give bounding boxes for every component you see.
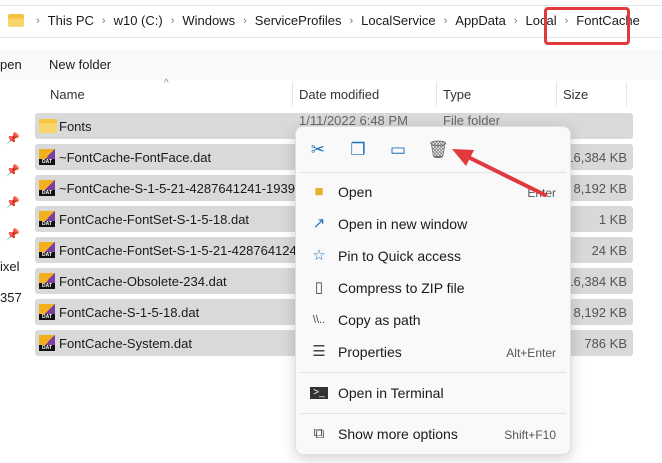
rename-icon[interactable]: ▭: [387, 139, 409, 161]
folder-icon: [39, 119, 57, 133]
dat-file-icon: [39, 211, 55, 227]
breadcrumb-drive[interactable]: w10 (C:): [112, 13, 165, 28]
sort-ascending-icon: ^: [164, 78, 169, 89]
dat-file-icon: [39, 180, 55, 196]
chevron-right-icon: ›: [349, 14, 354, 27]
folder-icon: ■: [314, 183, 324, 200]
star-icon: ☆: [312, 247, 326, 264]
pin-icon: 📌: [6, 229, 20, 241]
column-date[interactable]: Date modified: [299, 87, 379, 102]
dat-file-icon: [39, 273, 55, 289]
menu-open-terminal[interactable]: >_ Open in Terminal: [296, 378, 570, 408]
menu-compress-zip[interactable]: ▯ Compress to ZIP file: [296, 273, 570, 303]
terminal-icon: >_: [310, 387, 328, 399]
column-header: Name ^ Date modified Type Size: [35, 78, 635, 106]
copy-icon[interactable]: ❐: [347, 139, 369, 161]
chevron-right-icon: ›: [513, 14, 518, 27]
breadcrumb-appdata[interactable]: AppData: [453, 13, 508, 28]
dat-file-icon: [39, 304, 55, 320]
breadcrumb-windows[interactable]: Windows: [180, 13, 237, 28]
menu-show-more-options[interactable]: ⧉ Show more options Shift+F10: [296, 419, 570, 449]
chevron-right-icon: ›: [243, 14, 247, 27]
red-arrow-annotation: [452, 149, 547, 197]
dat-file-icon: [39, 242, 55, 258]
show-more-icon: ⧉: [313, 425, 325, 442]
chevron-right-icon: ›: [101, 14, 106, 27]
breadcrumb-this-pc[interactable]: This PC: [46, 13, 96, 28]
menu-properties[interactable]: ☰ Properties Alt+Enter: [296, 337, 570, 367]
open-new-window-icon: ↗: [312, 215, 326, 232]
menu-open-new-window[interactable]: ↗ Open in new window: [296, 209, 570, 239]
column-name[interactable]: Name: [50, 87, 85, 102]
pin-icon: 📌: [6, 133, 20, 145]
dat-file-icon: [39, 335, 55, 351]
cut-icon[interactable]: ✂: [307, 139, 329, 161]
pin-icon: 📌: [6, 165, 20, 177]
zip-folder-icon: ▯: [314, 279, 324, 296]
properties-icon: ☰: [312, 343, 326, 360]
chevron-right-icon: ›: [170, 14, 175, 27]
column-size[interactable]: Size: [563, 87, 588, 102]
pin-icon: 📌: [6, 197, 20, 209]
column-type[interactable]: Type: [443, 87, 471, 102]
menu-copy-as-path[interactable]: \\.. Copy as path: [296, 305, 570, 335]
sidebar-item[interactable]: 357: [0, 290, 22, 305]
sidebar-item[interactable]: ixel: [0, 259, 20, 274]
new-folder-button[interactable]: New folder: [49, 57, 111, 72]
breadcrumb-serviceprofiles[interactable]: ServiceProfiles: [253, 13, 344, 28]
highlight-box: [544, 7, 630, 45]
chevron-right-icon: ›: [443, 14, 448, 27]
folder-icon: [8, 14, 24, 27]
chevron-right-icon: ›: [36, 14, 40, 27]
menu-pin-quick-access[interactable]: ☆ Pin to Quick access: [296, 241, 570, 271]
dat-file-icon: [39, 149, 55, 165]
breadcrumb-localservice[interactable]: LocalService: [359, 13, 437, 28]
copy-path-icon: \\..: [312, 314, 326, 326]
open-button[interactable]: pen: [0, 57, 22, 72]
